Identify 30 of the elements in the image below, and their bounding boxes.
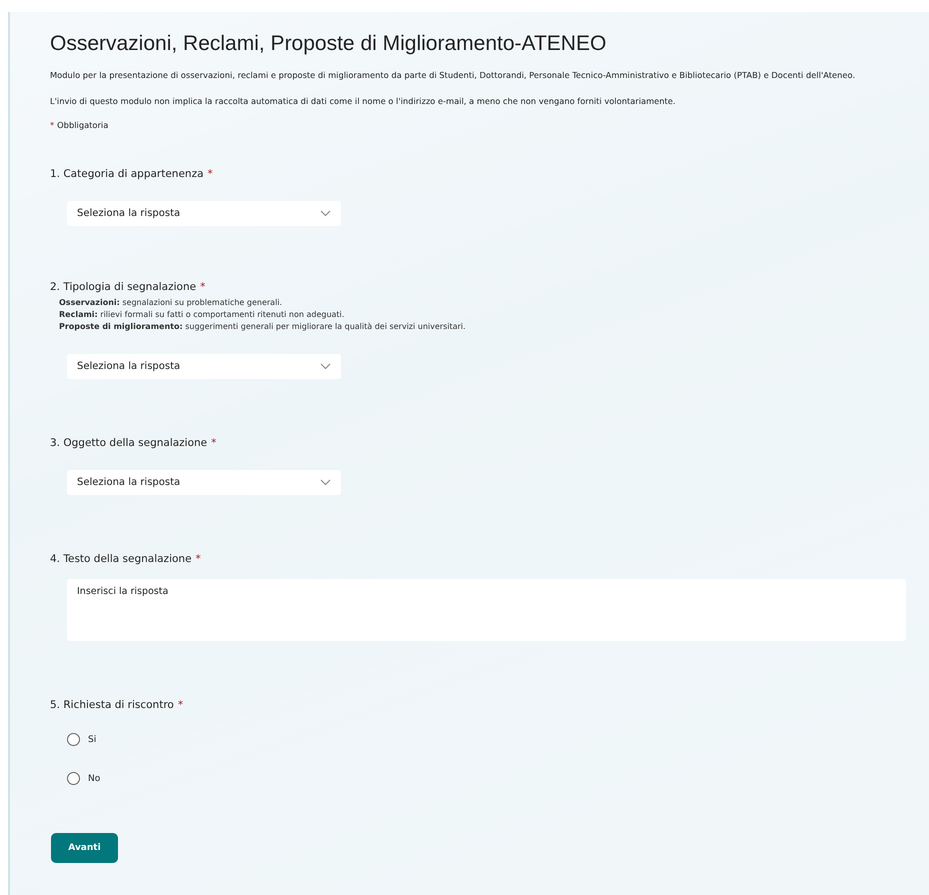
chevron-down-icon — [320, 479, 331, 486]
question-label: 1. Categoria di appartenenza — [50, 168, 204, 180]
radio-button[interactable] — [67, 733, 80, 746]
option-label: Si — [88, 734, 96, 744]
question-label: 5. Richiesta di riscontro — [50, 699, 174, 711]
required-mark: * — [211, 437, 216, 449]
required-mark: * — [200, 281, 206, 293]
option-label: No — [88, 774, 100, 784]
required-mark: * — [50, 120, 54, 130]
question-label: 3. Oggetto della segnalazione — [50, 437, 208, 449]
next-button[interactable]: Avanti — [51, 833, 118, 863]
required-mark: * — [196, 553, 201, 565]
chevron-down-icon — [320, 210, 331, 217]
answer-dropdown[interactable]: Seleziona la risposta — [67, 470, 341, 495]
question-label: 4. Testo della segnalazione — [50, 553, 192, 565]
form-title: Osservazioni, Reclami, Proposte di Miglioramento-ATENEO — [50, 32, 608, 56]
answer-dropdown[interactable]: Seleziona la risposta — [67, 201, 341, 226]
answer-dropdown[interactable]: Seleziona la risposta — [67, 354, 341, 379]
question-label: 2. Tipologia di segnalazione — [50, 281, 196, 293]
help-text: Reclami: rilievi formali su fatti o comportamenti ritenuti non adeguati. — [59, 309, 346, 321]
required-mark: * — [208, 168, 213, 180]
help-text: Osservazioni: segnalazioni su problematiche generali. — [59, 297, 284, 309]
radio-button[interactable] — [67, 772, 80, 785]
required-legend: Obbligatoria — [57, 120, 108, 130]
required-mark: * — [178, 699, 184, 711]
privacy-note: L'invio di questo modulo non implica la raccolta automatica di dati come il nome o l'indirizzo e-mail, a meno che non vengano forniti volontariamente. — [50, 95, 677, 108]
chevron-down-icon — [320, 363, 331, 370]
answer-box[interactable]: Inserisci la risposta — [67, 579, 906, 641]
help-text: Proposte di miglioramento: suggerimenti generali per migliorare la qualità dei servizi universitari. — [59, 321, 467, 333]
form-description: Modulo per la presentazione di osservazioni, reclami e proposte di miglioramento da parte di Studenti, Dottorandi, Personale Tecnico-Amministrativo e Bibliotecario (PTAB) e Docenti dell'Ateneo. — [50, 69, 856, 82]
